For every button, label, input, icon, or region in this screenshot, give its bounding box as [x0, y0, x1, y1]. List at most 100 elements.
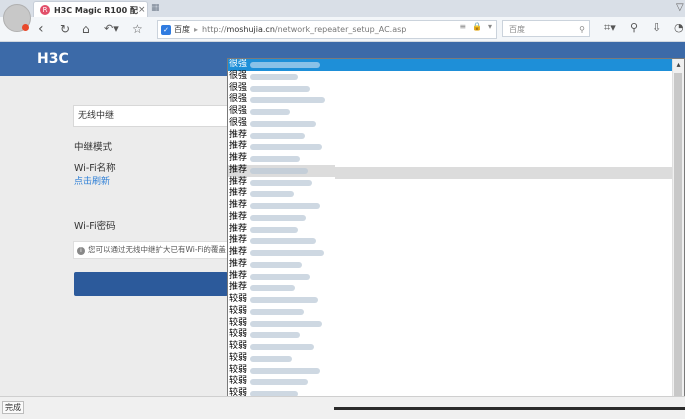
download-icon[interactable]: ⇩ — [652, 21, 661, 34]
dropdown-option[interactable]: 较弱 — [228, 376, 674, 388]
blurred-ssid — [250, 238, 316, 245]
blurred-ssid — [250, 156, 300, 162]
signal-strength-label: 较弱 — [229, 364, 248, 375]
dropdown-option[interactable]: 推荐 — [228, 282, 674, 294]
scroll-up-icon[interactable]: ▴ — [673, 59, 684, 71]
dropdown-option[interactable]: 推荐 — [228, 141, 674, 153]
status-strip — [334, 407, 685, 410]
wifi-password-label: Wi-Fi密码 — [74, 221, 116, 232]
reader-mode-icon[interactable]: ≡ — [459, 22, 466, 31]
dropdown-option[interactable]: 较弱 — [228, 306, 674, 318]
mode-label: 中继模式 — [74, 142, 113, 153]
blurred-ssid — [250, 250, 324, 256]
dropdown-option[interactable]: 很强 — [228, 118, 674, 130]
signal-strength-label: 较弱 — [229, 294, 248, 304]
signal-strength-label: 很强 — [229, 106, 248, 116]
info-text: 您可以通过无线中继扩大已有Wi-Fi的覆盖 — [88, 245, 226, 254]
blurred-ssid — [250, 367, 320, 374]
wifi-dropdown-list[interactable]: 很强 很强 很强 很强 很强 很强 推荐 推荐 推荐 推荐 推荐 推荐 推荐 推荐 推荐 推荐 推荐 推荐 推荐 推荐… — [227, 58, 685, 412]
info-banner: i 您可以通过无线中继扩大已有Wi-Fi的覆盖 — [73, 241, 228, 259]
dropdown-option[interactable]: 推荐 — [228, 247, 674, 259]
site-favicon-icon: R — [40, 5, 50, 15]
dropdown-option[interactable]: 推荐 — [228, 271, 674, 283]
blurred-ssid — [250, 214, 306, 221]
menu-icon[interactable]: ▽ — [676, 2, 684, 13]
signal-strength-label: 很强 — [229, 70, 248, 81]
blurred-ssid — [250, 273, 310, 280]
back-icon[interactable]: ‹ — [38, 19, 44, 39]
signal-strength-label: 很强 — [229, 82, 248, 93]
scrollbar[interactable]: ▴ ▾ — [672, 59, 684, 411]
signal-strength-label: 推荐 — [229, 258, 248, 269]
signal-strength-label: 较弱 — [229, 352, 248, 363]
refresh-link[interactable]: 点击刷新 — [74, 174, 110, 187]
blurred-ssid — [250, 226, 298, 233]
blurred-ssid — [250, 191, 294, 198]
undo-icon[interactable]: ↶▾ — [104, 19, 119, 39]
tab-title: H3C Magic R100 配置... — [54, 5, 138, 15]
tab-grid-icon[interactable]: ▦ — [151, 3, 160, 13]
site-security-icon: ✓ — [161, 24, 171, 35]
dropdown-options: 很强 很强 很强 很强 很强 很强 推荐 推荐 推荐 推荐 推荐 推荐 推荐 推荐 推荐 推荐 推荐 推荐 推荐 推荐… — [228, 59, 674, 411]
address-site-name: 百度 — [174, 25, 190, 34]
mode-select[interactable]: 无线中继 — [73, 105, 228, 127]
dropdown-option[interactable]: 推荐 — [228, 200, 674, 212]
favorite-star-icon[interactable]: ☆ — [132, 19, 143, 39]
tab-bar: R H3C Magic R100 配置... × ▦ ▽ — [0, 0, 685, 18]
browser-tab[interactable]: R H3C Magic R100 配置... × — [33, 1, 148, 18]
selected-row-fill — [335, 59, 674, 71]
shield-icon[interactable]: 🔒 — [472, 22, 482, 31]
signal-strength-label: 推荐 — [229, 235, 248, 246]
home-icon[interactable]: ⌂ — [82, 19, 90, 39]
signal-strength-label: 推荐 — [229, 282, 248, 293]
reload-icon[interactable]: ↻ — [60, 19, 70, 39]
dropdown-option[interactable]: 很强 — [228, 94, 674, 106]
signal-strength-label: 推荐 — [229, 141, 248, 152]
dropdown-option[interactable]: 较弱 — [228, 341, 674, 353]
submit-button[interactable] — [74, 272, 228, 296]
address-tools: ≡ 🔒 ▾ — [459, 22, 492, 31]
dropdown-option[interactable]: 推荐 — [228, 212, 674, 224]
dropdown-option[interactable]: 推荐 — [228, 153, 674, 165]
notification-dot-icon — [22, 24, 29, 31]
dropdown-option[interactable]: 很强 — [228, 106, 674, 118]
blurred-ssid — [250, 379, 308, 386]
dropdown-option[interactable]: 推荐 — [228, 224, 674, 236]
history-icon[interactable]: ◔ — [674, 21, 684, 34]
dropdown-option[interactable]: 较弱 — [228, 365, 674, 377]
dropdown-option[interactable]: 较弱 — [228, 318, 674, 330]
search-icon[interactable]: ⚲ — [579, 21, 585, 38]
address-bar[interactable]: ✓ 百度 ▸ http://moshujia.cn/network_repeat… — [157, 20, 497, 39]
status-bar: 完成 — [0, 396, 685, 419]
blurred-ssid — [250, 132, 305, 139]
zoom-icon[interactable]: ⚲ — [630, 21, 638, 34]
dropdown-option[interactable]: 较弱 — [228, 329, 674, 341]
signal-strength-label: 推荐 — [229, 211, 248, 222]
blurred-ssid — [250, 332, 300, 339]
blurred-ssid — [250, 85, 310, 92]
dropdown-option[interactable]: 推荐 — [228, 188, 674, 200]
signal-strength-label: 推荐 — [229, 188, 248, 199]
blurred-ssid — [250, 109, 290, 115]
chevron-down-icon[interactable]: ▾ — [488, 22, 492, 31]
signal-strength-label: 很强 — [229, 59, 248, 69]
screenshot-icon[interactable]: ⌗▾ — [604, 21, 616, 35]
dropdown-option[interactable]: 很强 — [228, 83, 674, 95]
search-input[interactable]: 百度 ⚲ — [502, 20, 590, 37]
signal-strength-label: 推荐 — [229, 129, 248, 140]
address-url: http://moshujia.cn/network_repeater_setu… — [202, 25, 407, 34]
dropdown-option[interactable]: 推荐 — [228, 235, 674, 247]
signal-strength-label: 推荐 — [229, 164, 248, 175]
scrollbar-thumb[interactable] — [674, 73, 682, 399]
status-text: 完成 — [2, 401, 24, 414]
dropdown-option[interactable]: 较弱 — [228, 294, 674, 306]
dropdown-option[interactable]: 推荐 — [228, 130, 674, 142]
dropdown-option[interactable]: 推荐 — [228, 259, 674, 271]
signal-strength-label: 推荐 — [229, 270, 248, 281]
blurred-ssid — [250, 144, 322, 151]
blurred-ssid — [250, 97, 325, 104]
blurred-ssid — [250, 285, 295, 292]
tab-close-icon[interactable]: × — [138, 5, 146, 15]
dropdown-option[interactable]: 很强 — [228, 71, 674, 83]
dropdown-option[interactable]: 较弱 — [228, 353, 674, 365]
